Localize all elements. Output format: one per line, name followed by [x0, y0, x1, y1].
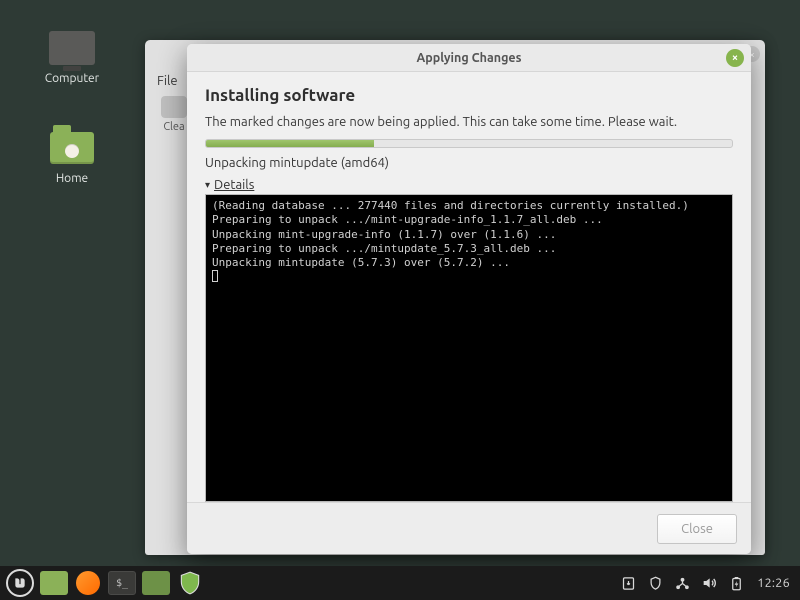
- desktop-icon-label: Computer: [45, 72, 99, 85]
- tray-volume-icon[interactable]: [701, 575, 717, 591]
- dialog-titlebar[interactable]: Applying Changes ×: [187, 44, 751, 72]
- dialog-heading: Installing software: [205, 86, 733, 105]
- taskbar-terminal-button[interactable]: $_: [108, 571, 136, 595]
- monitor-icon: [49, 31, 95, 65]
- taskbar-files-button[interactable]: [40, 571, 68, 595]
- desktop-icon-home[interactable]: Home: [32, 128, 112, 185]
- applying-changes-dialog: Applying Changes × Installing software T…: [187, 44, 751, 554]
- details-label: Details: [214, 178, 254, 192]
- dialog-title: Applying Changes: [416, 51, 521, 65]
- taskbar-clock[interactable]: 12:26: [755, 576, 790, 590]
- tray-security-icon[interactable]: [647, 575, 663, 591]
- tray-battery-icon[interactable]: [728, 575, 744, 591]
- progress-status: Unpacking mintupdate (amd64): [205, 156, 733, 170]
- progress-bar: [205, 139, 733, 148]
- mint-logo-icon: [13, 576, 27, 590]
- triangle-down-icon: ▾: [205, 179, 210, 191]
- taskbar-update-manager[interactable]: [176, 571, 204, 595]
- desktop-icon-computer[interactable]: Computer: [32, 28, 112, 85]
- clear-icon: [161, 96, 187, 118]
- menu-file[interactable]: File: [157, 74, 178, 88]
- terminal-cursor: [212, 270, 218, 282]
- system-tray: 12:26: [620, 575, 794, 591]
- progress-bar-fill: [206, 140, 374, 147]
- mint-menu-button[interactable]: [6, 569, 34, 597]
- dialog-subtext: The marked changes are now being applied…: [205, 115, 733, 129]
- taskbar: $_ 12:26: [0, 566, 800, 600]
- taskbar-firefox-button[interactable]: [74, 571, 102, 595]
- close-icon[interactable]: ×: [726, 49, 744, 67]
- firefox-icon: [76, 571, 100, 595]
- tray-updates-icon[interactable]: [620, 575, 636, 591]
- details-toggle[interactable]: ▾ Details: [205, 178, 733, 192]
- desktop-icon-label: Home: [56, 172, 88, 185]
- home-folder-icon: [50, 132, 94, 164]
- close-button[interactable]: Close: [657, 514, 737, 544]
- terminal-output[interactable]: (Reading database ... 277440 files and d…: [205, 194, 733, 502]
- tray-network-icon[interactable]: [674, 575, 690, 591]
- shield-icon: [177, 570, 203, 596]
- taskbar-open-window-files[interactable]: [142, 571, 170, 595]
